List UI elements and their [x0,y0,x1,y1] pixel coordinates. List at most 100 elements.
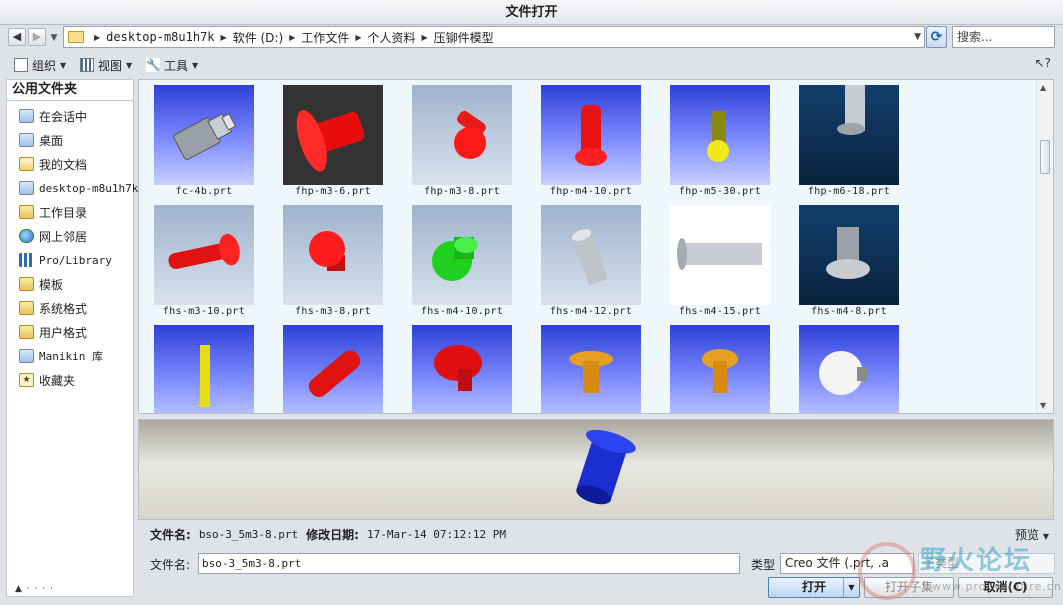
breadcrumb-separator-icon[interactable]: ▶ [289,33,295,42]
model-preview-pane[interactable] [138,419,1054,520]
vertical-scrollbar[interactable]: ▲ ▼ [1036,80,1053,413]
part-shape [837,85,865,135]
address-bar[interactable]: ▶ desktop-m8u1h7k ▶ 软件 (D:) ▶ 工作文件 ▶ 个人资… [63,26,925,48]
forward-arrow-icon[interactable]: ▶ [28,28,46,46]
file-tile[interactable]: fhs-m4-10.prt [412,205,512,323]
sidebar-item-in-session[interactable]: 在会话中 [19,106,87,126]
scroll-down-icon[interactable]: ▼ [1040,401,1046,410]
file-tile[interactable]: fhs-m4-8.prt [799,205,899,323]
part-shape [677,238,762,270]
sidebar-item-network[interactable]: 网上邻居 [19,226,87,246]
tools-label: 工具 [164,58,189,73]
part-thumbnail [799,85,899,185]
sidebar-item-computer[interactable]: desktop-m8u1h7k [19,178,138,198]
file-tile[interactable] [412,325,512,413]
breadcrumb-drive[interactable]: 软件 (D:) [233,29,283,46]
part-shape [308,350,361,397]
filename-input[interactable]: bso-3_5m3-8.prt [198,553,740,574]
sidebar-item-working-directory[interactable]: 工作目录 [19,202,87,222]
open-subset-button[interactable]: 打开子集 [864,577,954,598]
history-dropdown-icon[interactable]: ▼ [49,30,59,44]
view-menu[interactable]: 视图 ▼ [80,56,132,74]
documents-icon [19,157,34,171]
computer-icon [19,181,34,195]
file-tile[interactable]: fhp-m6-18.prt [799,85,899,203]
scrollbar-thumb[interactable] [1040,140,1050,174]
file-tile[interactable]: fc-4b.prt [154,85,254,203]
file-name: fhs-m4-10.prt [420,306,504,317]
sidebar-item-label: 模板 [39,277,64,292]
breadcrumb-personal[interactable]: 个人资料 [367,29,415,46]
file-tile[interactable] [799,325,899,413]
file-tile[interactable] [670,325,770,413]
sidebar-item-manikin-library[interactable]: Manikin 库 [19,346,103,366]
window-title: 文件打开 [0,0,1063,25]
chevron-down-icon[interactable]: ▼ [843,578,859,597]
sidebar-item-label: Manikin 库 [39,350,103,363]
part-thumbnail [412,205,512,305]
folder-icon [19,277,34,291]
file-tile[interactable]: fhs-m4-15.prt [670,205,770,323]
file-name: fhs-m3-8.prt [295,306,371,317]
scroll-up-icon[interactable]: ▲ [1040,83,1046,92]
part-shape [569,351,613,393]
sidebar-item-pro-library[interactable]: Pro/Library [19,250,112,270]
breadcrumb-separator-icon[interactable]: ▶ [422,33,428,42]
chevron-down-icon: ▼ [192,60,199,70]
breadcrumb-separator-icon[interactable]: ▶ [94,33,100,42]
desktop-icon [19,133,34,147]
breadcrumb-computer[interactable]: desktop-m8u1h7k [106,30,214,44]
cancel-button[interactable]: 取消(C) [958,577,1053,598]
file-tile[interactable] [154,325,254,413]
common-folders-panel: 公用文件夹 在会话中 桌面 我的文档 desktop-m8u1h7k 工作目录 … [6,79,138,597]
help-pointer-icon[interactable]: ↖? [1035,56,1051,70]
preview-part-shape [576,429,636,505]
part-thumbnail [283,205,383,305]
sidebar-item-favorites[interactable]: ★ 收藏夹 [19,370,75,390]
organize-menu[interactable]: 组织 ▼ [14,56,66,74]
part-thumbnail [541,325,641,413]
info-name-value: bso-3_5m3-8.prt [198,527,299,541]
file-tile[interactable]: fhp-m3-8.prt [412,85,512,203]
chevron-down-icon: ▼ [60,60,67,70]
part-thumbnail [670,205,770,305]
tools-menu[interactable]: 🔧 工具 ▼ [146,56,198,74]
file-name: fhs-m3-10.prt [162,306,246,317]
file-type-select[interactable]: Creo 文件 (.prt, .a [780,553,914,574]
refresh-icon[interactable]: ⟳ [926,26,947,48]
part-thumbnail [541,205,641,305]
file-tile[interactable]: fhs-m4-12.prt [541,205,641,323]
sidebar-item-label: 收藏夹 [39,373,76,388]
sidebar-item-user-formats[interactable]: 用户格式 [19,322,87,342]
file-name: fhs-m4-15.prt [678,306,762,317]
subtype-select[interactable]: 子类型 [918,553,1055,574]
file-info-row: 文件名: bso-3_5m3-8.prt 修改日期: 17-Mar-14 07:… [150,525,1050,543]
file-name: fhp-m4-10.prt [549,186,633,197]
file-thumbnail-grid: fc-4b.prt fhp-m3-6.prt fhp-m3-8.prt fhp-… [138,79,1054,414]
organize-label: 组织 [32,58,57,73]
open-button[interactable]: 打开 ▼ [768,577,860,598]
breadcrumb-separator-icon[interactable]: ▶ [221,33,227,42]
file-tile[interactable]: fhs-m3-8.prt [283,205,383,323]
sidebar-item-desktop[interactable]: 桌面 [19,130,63,150]
search-input[interactable]: 搜索... [952,26,1055,48]
file-tile[interactable]: fhs-m3-10.prt [154,205,254,323]
part-thumbnail [799,325,899,413]
preview-toggle[interactable]: 预览 ▼ [1015,526,1049,543]
sidebar-item-label: 用户格式 [39,325,88,340]
address-dropdown-icon[interactable]: ▼ [914,32,921,42]
file-tile[interactable]: fhp-m5-30.prt [670,85,770,203]
back-arrow-icon[interactable]: ◀ [8,28,26,46]
breadcrumb-current-folder[interactable]: 压铆件模型 [434,29,494,46]
breadcrumb-separator-icon[interactable]: ▶ [355,33,361,42]
breadcrumb-work-files[interactable]: 工作文件 [301,29,349,46]
part-shape [296,110,365,172]
file-tile[interactable] [541,325,641,413]
file-tile[interactable]: fhp-m4-10.prt [541,85,641,203]
sidebar-item-templates[interactable]: 模板 [19,274,63,294]
sidebar-item-system-formats[interactable]: 系统格式 [19,298,87,318]
sidebar-item-my-documents[interactable]: 我的文档 [19,154,87,174]
folder-tree-toggle[interactable]: ▲ · · · · [15,584,54,594]
file-tile[interactable] [283,325,383,413]
file-tile[interactable]: fhp-m3-6.prt [283,85,383,203]
